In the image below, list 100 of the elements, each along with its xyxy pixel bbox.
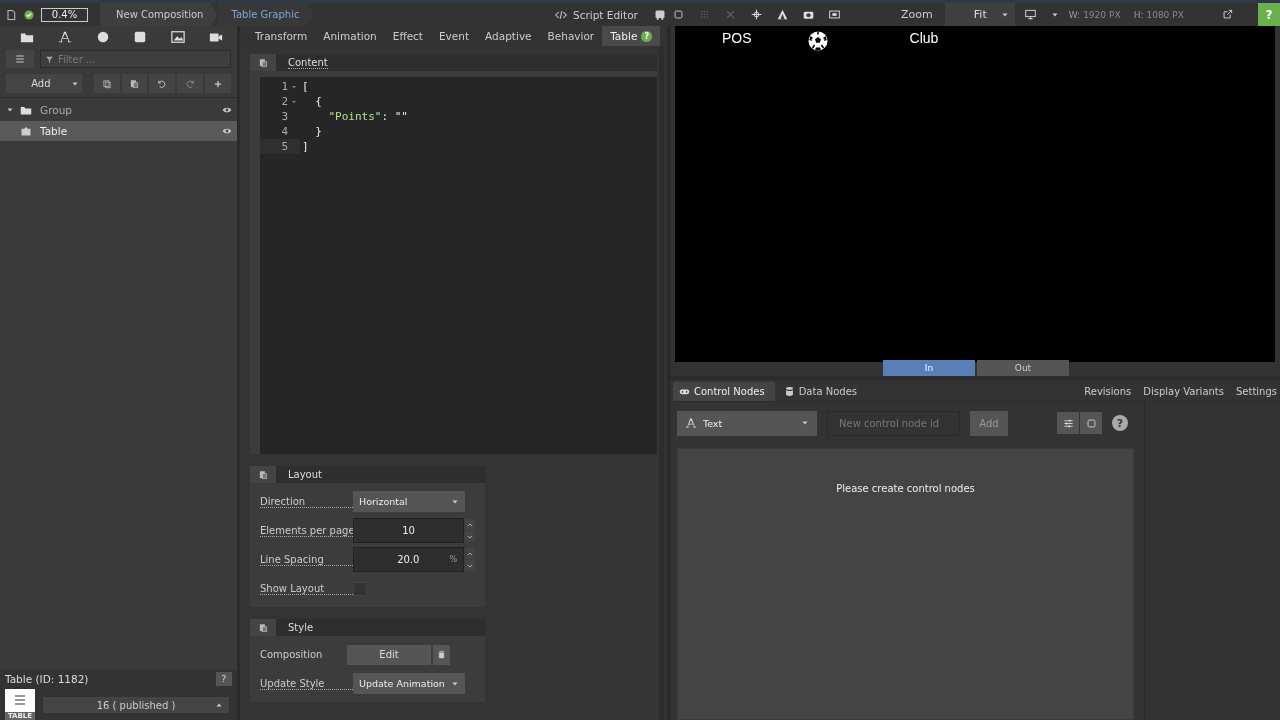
decrement-button[interactable] [465, 531, 475, 542]
paste-icon [129, 78, 140, 89]
tree-label: Group [40, 104, 73, 116]
type-dropdown[interactable]: Text [677, 410, 817, 436]
increment-button[interactable] [465, 519, 475, 530]
paste-button[interactable] [250, 54, 276, 71]
node-tab[interactable]: Data Nodes [777, 382, 867, 401]
panel-title: Style [288, 622, 314, 633]
image-icon[interactable] [171, 30, 186, 44]
copy-icon [101, 78, 112, 89]
tab[interactable]: Effect [384, 26, 431, 46]
node-id-field[interactable]: New control node id [827, 410, 960, 436]
node-tab[interactable]: Control Nodes [673, 382, 775, 401]
delete-button[interactable] [433, 644, 450, 665]
tab[interactable]: Event [431, 26, 478, 46]
frame-icon[interactable] [829, 9, 840, 20]
tree-item[interactable]: Group [0, 100, 237, 120]
panel-title: Content [288, 56, 328, 69]
decrement-button[interactable] [465, 560, 475, 571]
edit-button[interactable]: Edit [347, 644, 431, 665]
code-line: ] [301, 140, 309, 153]
paste-icon [258, 57, 268, 68]
circle-icon[interactable] [95, 30, 110, 44]
script-editor-link[interactable]: Script Editor [573, 8, 638, 21]
copy-button[interactable] [93, 74, 120, 93]
text-tool-icon[interactable] [57, 30, 72, 44]
field-label: Composition [260, 648, 324, 661]
paste-icon [258, 469, 268, 480]
breadcrumb[interactable]: New Composition [100, 3, 218, 26]
line-number: 2 [281, 95, 288, 108]
tab[interactable]: Behavior [539, 26, 603, 46]
preview-text: POS [722, 30, 752, 46]
line-number: 4 [281, 125, 288, 138]
square-button[interactable] [1080, 412, 1102, 434]
code-line: "Points": "" [327, 110, 408, 123]
line-number: 3 [281, 110, 288, 123]
visibility-icon[interactable] [221, 126, 233, 136]
plus-icon [213, 78, 224, 89]
number-field[interactable]: 10 [353, 518, 464, 543]
tab[interactable]: Table ? [602, 26, 661, 46]
move-icon[interactable] [751, 9, 762, 20]
paste-button[interactable] [121, 74, 148, 93]
list-icon [14, 53, 26, 65]
rectangle-icon[interactable] [133, 30, 148, 44]
zoom-select[interactable]: Fit [944, 3, 1015, 26]
tree-label: Table [40, 125, 69, 137]
camera-icon[interactable] [803, 9, 814, 20]
paste-button[interactable] [250, 619, 276, 636]
vehicle-icon[interactable] [653, 8, 666, 21]
dropdown[interactable]: Horizontal [353, 491, 465, 512]
scrollbar[interactable] [659, 46, 664, 720]
filter-field[interactable]: Filter ... [40, 50, 231, 68]
document-icon[interactable] [5, 8, 17, 21]
undo-button[interactable] [149, 74, 176, 93]
width-label: W: [1068, 9, 1081, 20]
status-check-icon [23, 8, 35, 21]
tab[interactable]: Adaptive [477, 26, 540, 46]
external-link-icon[interactable] [1222, 9, 1233, 20]
transition-tab[interactable]: Out [977, 360, 1069, 376]
help-button[interactable]: ? [216, 672, 232, 686]
checkbox[interactable] [353, 581, 367, 596]
height-unit: PX [1172, 9, 1184, 20]
tab[interactable]: Animation [315, 26, 385, 46]
panel-link[interactable]: Revisions [1084, 386, 1132, 397]
dropdown[interactable]: Update Animation [353, 673, 465, 694]
monitor-icon[interactable] [1024, 9, 1036, 20]
settings-button[interactable] [1057, 412, 1079, 434]
transition-tab[interactable]: In [883, 360, 975, 376]
version-select[interactable]: 16 ( published ) [43, 697, 229, 713]
folder-icon [20, 104, 32, 116]
paste-icon [258, 622, 268, 633]
code-editor[interactable]: 1 [ 2 { 3 "Points": "" 4 } 5 ] [260, 77, 657, 454]
line-number: 5 [281, 140, 288, 153]
code-icon [555, 8, 567, 21]
element-title: Table (ID: 1182) [5, 673, 89, 685]
zoom-percent: 0.4% [41, 7, 88, 22]
plus-button[interactable] [205, 74, 231, 93]
line-number: 1 [281, 80, 288, 93]
add-button[interactable]: Add [6, 74, 82, 93]
paste-button[interactable] [250, 466, 276, 483]
visibility-icon[interactable] [221, 105, 233, 115]
increment-button[interactable] [465, 548, 475, 559]
help-button[interactable]: ? [1112, 415, 1128, 431]
breadcrumb[interactable]: Table Graphic [217, 3, 314, 26]
panel-link[interactable]: Display Variants [1143, 386, 1224, 397]
tree-item[interactable]: Table [0, 121, 237, 141]
mountain-icon[interactable] [777, 9, 788, 20]
panel-link[interactable]: Settings [1236, 386, 1277, 397]
filter-input[interactable]: Filter ... [56, 51, 230, 67]
code-line: [ [301, 80, 309, 93]
sliders-icon [1062, 417, 1074, 429]
square-icon[interactable] [673, 9, 684, 20]
field-label: Line Spacing [260, 553, 353, 566]
tab[interactable]: Transform [247, 26, 316, 46]
caret-icon [215, 701, 223, 709]
preview-text: Club [909, 30, 939, 46]
text-type-icon [685, 417, 697, 429]
list-button[interactable] [6, 50, 34, 68]
number-field[interactable]: 20.0 % [352, 547, 464, 572]
height-label: H: [1133, 9, 1144, 20]
